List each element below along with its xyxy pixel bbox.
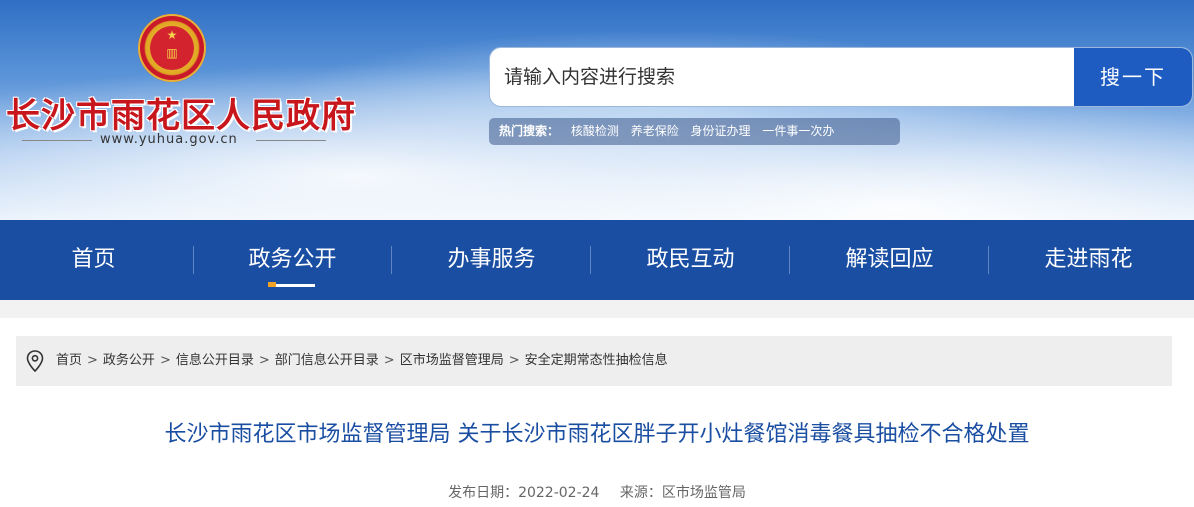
hot-search-bar: 热门搜索： 核酸检测 养老保险 身份证办理 一件事一次办 bbox=[489, 118, 900, 145]
breadcrumb-separator: > bbox=[159, 353, 171, 368]
breadcrumb: 首页 > 政务公开 > 信息公开目录 > 部门信息公开目录 > 区市场监督管理局 > 安全定期常态性… bbox=[16, 336, 1172, 386]
hot-search-item[interactable]: 一件事一次办 bbox=[762, 124, 834, 138]
breadcrumb-item[interactable]: 部门信息公开目录 bbox=[275, 353, 379, 368]
hot-search-item[interactable]: 核酸检测 bbox=[571, 124, 619, 138]
main-nav: 首页 政务公开 办事服务 政民互动 解读回应 走进雨花 bbox=[0, 220, 1194, 300]
nav-item-about[interactable]: 走进雨花 bbox=[989, 220, 1188, 300]
breadcrumb-separator: > bbox=[87, 353, 98, 368]
nav-active-accent bbox=[268, 282, 276, 287]
breadcrumb-item[interactable]: 首页 bbox=[56, 353, 82, 368]
breadcrumb-item[interactable]: 安全定期常态性抽检信息 bbox=[525, 353, 668, 368]
breadcrumb-item[interactable]: 政务公开 bbox=[103, 353, 155, 368]
nav-item-interaction[interactable]: 政民互动 bbox=[591, 220, 790, 300]
breadcrumb-item[interactable]: 区市场监督管理局 bbox=[400, 353, 504, 368]
location-pin-icon bbox=[26, 350, 44, 372]
hot-search-label: 热门搜索： bbox=[499, 124, 560, 138]
hot-search-item[interactable]: 身份证办理 bbox=[691, 124, 751, 138]
nav-item-gov-affairs[interactable]: 政务公开 bbox=[193, 220, 392, 300]
emblem-center: ★ ▥ bbox=[150, 26, 194, 70]
breadcrumb-trail: 首页 > 政务公开 > 信息公开目录 > 部门信息公开目录 > 区市场监督管理局 > 安全定期常态性… bbox=[56, 336, 668, 386]
breadcrumb-separator: > bbox=[383, 353, 395, 368]
domain-divider-left bbox=[22, 140, 92, 141]
site-domain: www.yuhua.gov.cn bbox=[100, 132, 238, 147]
domain-divider-right bbox=[256, 140, 326, 141]
publish-date: 发布日期：2022-02-24 bbox=[448, 485, 600, 501]
site-title[interactable]: 长沙市雨花区人民政府 bbox=[6, 88, 356, 137]
article-title: 长沙市雨花区市场监督管理局 关于长沙市雨花区胖子开小灶餐馆消毒餐具抽检不合格处置 bbox=[164, 422, 1030, 447]
article-meta: 发布日期：2022-02-24 来源：区市场监管局 bbox=[0, 482, 1194, 502]
article-source: 来源：区市场监管局 bbox=[619, 485, 746, 501]
nav-item-services[interactable]: 办事服务 bbox=[392, 220, 591, 300]
search-box: 搜一下 bbox=[489, 47, 1193, 107]
breadcrumb-separator: > bbox=[258, 353, 270, 368]
search-button[interactable]: 搜一下 bbox=[1074, 48, 1192, 106]
nav-item-interpretation[interactable]: 解读回应 bbox=[790, 220, 989, 300]
breadcrumb-separator: > bbox=[508, 353, 520, 368]
nav-item-home[interactable]: 首页 bbox=[0, 220, 193, 300]
search-input[interactable] bbox=[490, 48, 1076, 106]
breadcrumb-item[interactable]: 信息公开目录 bbox=[176, 353, 254, 368]
hot-search-item[interactable]: 养老保险 bbox=[631, 124, 679, 138]
